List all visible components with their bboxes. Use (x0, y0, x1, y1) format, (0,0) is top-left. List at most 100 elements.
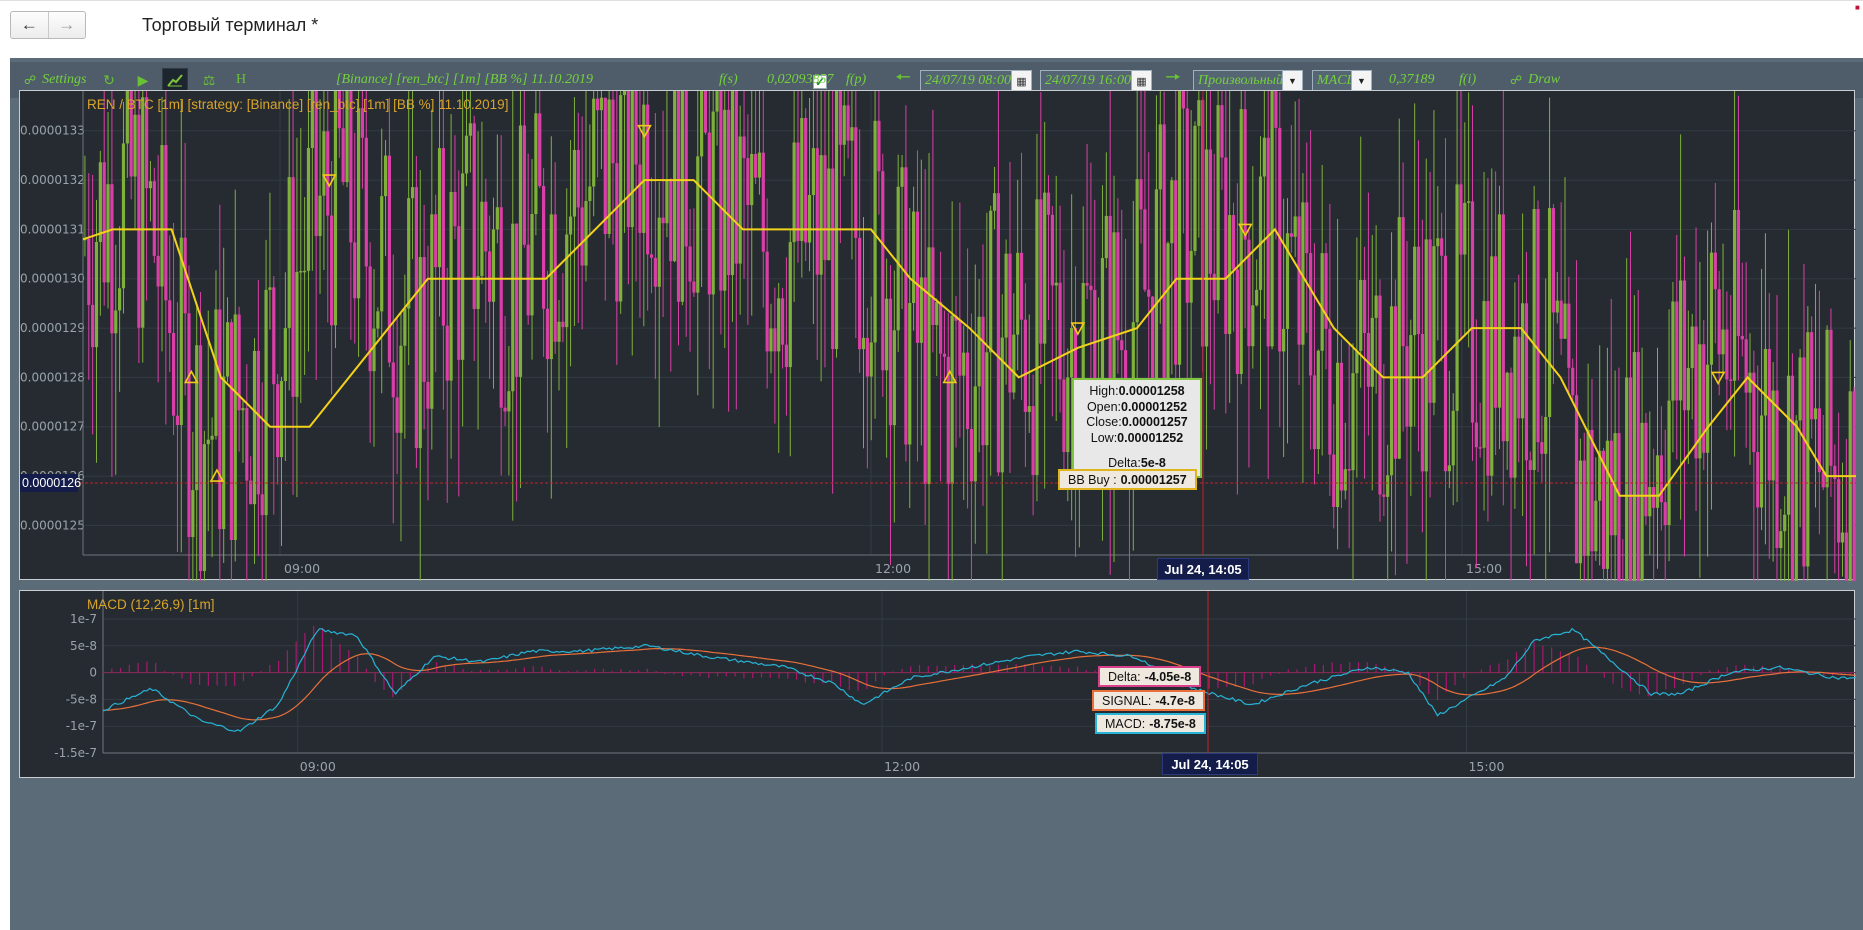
candle-body (634, 91, 638, 165)
candle-body (1085, 282, 1089, 286)
macd-line (102, 627, 1856, 732)
scales-icon[interactable]: ⚖ (196, 68, 222, 92)
candle-body (1000, 337, 1004, 473)
candle-body (403, 308, 407, 346)
candle-body (1143, 209, 1147, 290)
candle-body (892, 330, 896, 426)
candle-body (865, 337, 869, 377)
high-label: High: (1089, 384, 1119, 398)
candle-body (1713, 252, 1717, 290)
macd-chart-panel[interactable]: 1e-7 5e-8 0 -5e-8 -1e-7 -1.5e-7 09:00 12:00 15:0… (19, 590, 1856, 779)
candle-body (1833, 465, 1837, 480)
h-button[interactable]: H (228, 68, 254, 92)
candle-body (1536, 209, 1540, 443)
candle-body (515, 223, 519, 377)
candle-body (1679, 280, 1683, 401)
price-chart-panel[interactable]: 0.0000133 0.0000132 0.0000131 0.0000130 0.00… (19, 90, 1856, 581)
candle-body (661, 217, 665, 224)
y-tick-label: 0.0000129 (20, 321, 85, 335)
candle-body (1197, 100, 1201, 126)
candle-body (1120, 340, 1124, 351)
forward-button[interactable]: → (47, 12, 86, 38)
candle-body (1467, 201, 1471, 203)
candle-body (214, 309, 218, 436)
candle-body (1386, 475, 1390, 497)
candle-body (241, 408, 245, 411)
y-tick-label: -1e-7 (66, 719, 97, 733)
candle-body (1601, 450, 1606, 569)
candle-body (742, 136, 746, 159)
candle-body (1644, 422, 1648, 517)
signal-label: SIGNAL: (1102, 693, 1152, 708)
candle-body (98, 162, 102, 243)
candle-body (1451, 410, 1455, 466)
candle-body (118, 288, 122, 311)
candle-body (599, 97, 604, 111)
macd-delta-tag: Delta: -4.05e-8 (1098, 666, 1202, 687)
candle-body (1258, 176, 1263, 290)
candle-body (1023, 319, 1027, 412)
candle-body (700, 91, 704, 157)
back-button[interactable]: ← (11, 12, 48, 38)
y-tick-label: 0.0000130 (20, 272, 85, 286)
candle-body (1655, 455, 1660, 508)
arrow-right-icon[interactable]: 🠖 (1160, 67, 1186, 92)
candle-body (807, 194, 812, 243)
candle-body (938, 302, 943, 354)
candle-body (788, 242, 792, 368)
mode-select-value: Произвольный (1198, 73, 1282, 88)
candle-body (148, 181, 153, 189)
candle-body (1628, 377, 1633, 581)
candle-body (495, 207, 499, 230)
candle-body (1289, 233, 1293, 237)
candle-body (1070, 328, 1074, 378)
candle-body (526, 244, 530, 316)
price-chart[interactable]: 0.0000133 0.0000132 0.0000131 0.0000130 0.00… (20, 91, 1856, 581)
candle-body (507, 391, 511, 412)
candle-body (372, 328, 376, 372)
x-tick-label: 15:00 (1466, 561, 1502, 576)
candle-body (854, 127, 858, 238)
candle-body (1297, 216, 1301, 345)
date-from-field[interactable]: 24/07/19 08:00 ▦ (920, 70, 1032, 92)
date-to-field[interactable]: 24/07/19 16:00 ▦ (1040, 70, 1152, 92)
candle-body (1166, 243, 1170, 381)
candle-body (761, 152, 765, 252)
calendar-icon[interactable]: ▦ (1131, 71, 1151, 91)
candle-body (580, 207, 584, 266)
candle-body (619, 95, 623, 302)
candle-body (1736, 209, 1741, 336)
play-icon[interactable]: ▶ (130, 68, 156, 92)
candle-body (198, 345, 203, 572)
candle-body (1825, 329, 1829, 488)
candle-body (407, 198, 411, 309)
candle-body (399, 345, 403, 433)
candle-body (249, 480, 253, 505)
candle-body (962, 352, 966, 376)
candle-body (769, 328, 773, 352)
candle-body (1844, 532, 1848, 581)
candle-body (757, 152, 762, 178)
y-tick-label: 0.0000125 (20, 518, 85, 532)
indicator-select[interactable]: MACD ▼ (1312, 70, 1372, 92)
chevron-down-icon[interactable]: ▼ (1282, 71, 1302, 91)
arrow-left-icon[interactable]: 🠔 (890, 67, 916, 92)
candle-body (553, 214, 557, 342)
price-chart-title: REN / BTC [1m] [strategy: [Binance] [ren… (87, 97, 509, 112)
refresh-icon[interactable]: ↻ (96, 68, 122, 92)
macd-chart[interactable]: 1e-7 5e-8 0 -5e-8 -1e-7 -1.5e-7 09:00 12:00 15:0… (20, 591, 1856, 779)
candle-body (434, 214, 438, 268)
calendar-icon[interactable]: ▦ (1011, 71, 1031, 91)
mode-select[interactable]: Произвольный ▼ (1193, 70, 1303, 92)
chart-icon[interactable] (162, 68, 188, 92)
candle-body (1729, 379, 1733, 381)
candle-body (326, 131, 330, 216)
candle-body (1235, 269, 1239, 374)
candle-body (318, 195, 322, 237)
candle-body (1605, 440, 1609, 569)
x-tick-label: 09:00 (284, 561, 320, 576)
y-tick-label: 0.0000131 (20, 222, 85, 236)
candle-body (229, 322, 233, 541)
candle-body (846, 105, 850, 141)
chevron-down-icon[interactable]: ▼ (1351, 71, 1371, 91)
